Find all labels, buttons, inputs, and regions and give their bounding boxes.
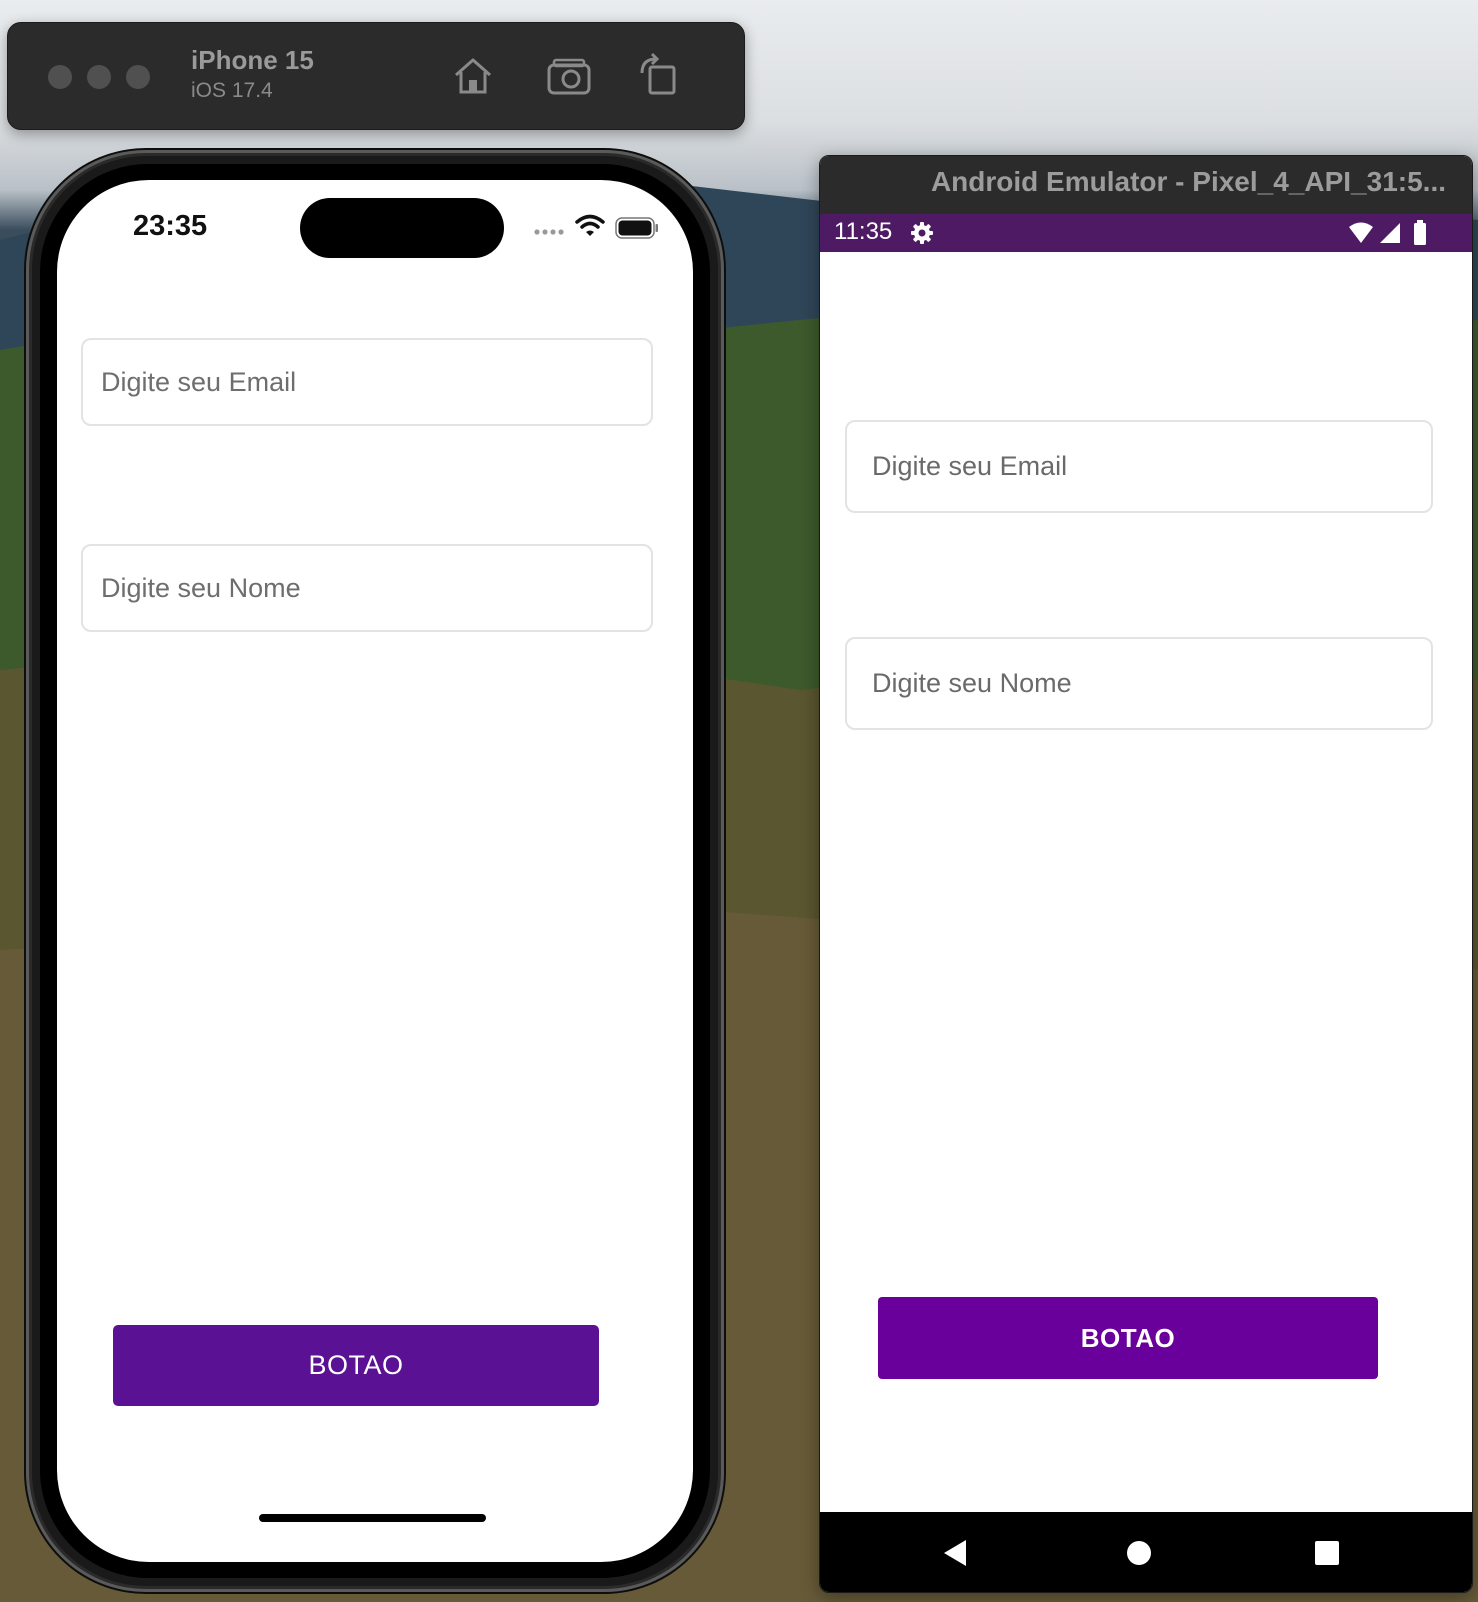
battery-icon [615,217,658,239]
home-indicator[interactable] [259,1514,486,1522]
back-icon[interactable] [942,1538,968,1568]
iphone-screen: 23:35 Digite seu Email Digite seu Nome B… [57,180,693,1562]
zoom-window-button[interactable] [126,65,150,89]
rotate-icon[interactable] [634,51,684,101]
email-input[interactable]: Digite seu Email [81,338,653,426]
home-icon[interactable] [1126,1540,1152,1566]
close-window-button[interactable] [48,65,72,89]
wifi-icon [1349,222,1373,243]
email-input[interactable]: Digite seu Email [845,420,1433,513]
simulator-toolbar: iPhone 15 iOS 17.4 [7,22,745,130]
name-input[interactable]: Digite seu Nome [81,544,653,632]
android-emulator-window: Android Emulator - Pixel_4_API_31:5... 1… [819,155,1473,1593]
iphone-frame: 23:35 Digite seu Email Digite seu Nome B… [26,150,724,1592]
recents-icon[interactable] [1314,1540,1340,1566]
wifi-icon [575,214,605,236]
ios-status-time: 23:35 [133,210,208,242]
settings-gear-icon [911,222,933,244]
emulator-titlebar: Android Emulator - Pixel_4_API_31:5... [820,156,1472,214]
android-navigation-bar [820,1512,1472,1592]
name-input[interactable]: Digite seu Nome [845,637,1433,730]
screenshot-icon[interactable] [544,51,594,101]
android-status-time: 11:35 [834,218,893,245]
botao-button[interactable]: BOTAO [113,1325,599,1406]
battery-icon [1414,220,1426,245]
cellular-signal-icon [1380,223,1400,243]
home-icon[interactable] [448,51,498,101]
minimize-window-button[interactable] [87,65,111,89]
simulator-device-name: iPhone 15 [191,45,314,75]
simulator-os-version: iOS 17.4 [191,79,273,102]
botao-button[interactable]: BOTAO [878,1297,1378,1379]
android-status-bar: 11:35 [820,214,1472,252]
cellular-signal-icon [534,229,564,235]
dynamic-island [300,198,504,258]
emulator-window-title: Android Emulator - Pixel_4_API_31:5... [930,166,1446,197]
